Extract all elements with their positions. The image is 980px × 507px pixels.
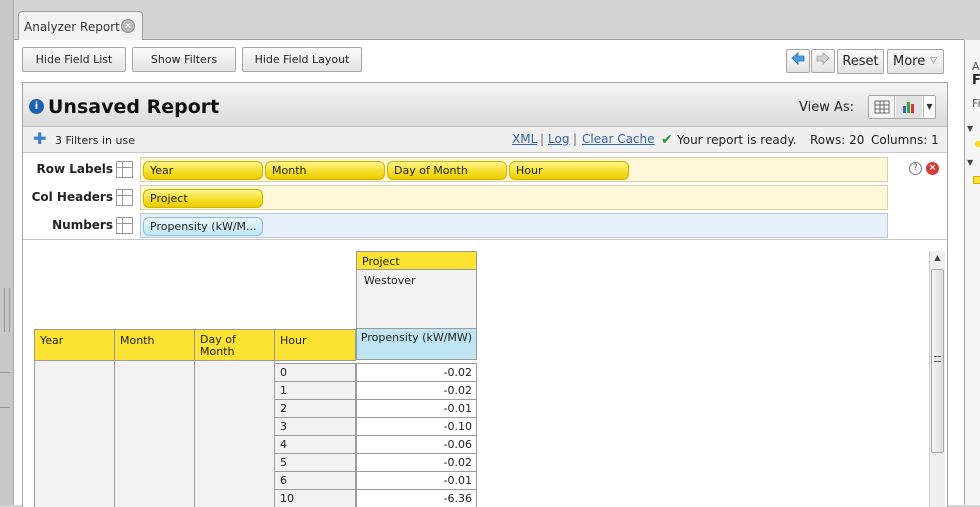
filter-status-bar: ✚ 3 Filters in use XML | Log | Clear Cac… (23, 127, 947, 153)
field-chip-month[interactable]: Month (265, 161, 385, 180)
chart-view-icon[interactable] (896, 96, 922, 118)
report-title-bar: i Unsaved Report View As: ▼ (23, 83, 947, 127)
thumb-grip-icon (934, 356, 941, 362)
report-workspace: Hide Field List Show Filters Hide Field … (14, 40, 964, 507)
field-chip-project[interactable]: Project (143, 189, 263, 208)
right-panel-text: A (972, 60, 980, 73)
more-label: More (893, 54, 926, 69)
tab-analyzer-report[interactable]: Analyzer Report × (18, 11, 143, 40)
close-icon[interactable]: × (121, 19, 135, 33)
tab-bar: Analyzer Report × (14, 0, 964, 40)
tree-item-marker (973, 176, 980, 184)
value-cell[interactable]: -6.36 (356, 489, 477, 507)
hour-cell[interactable]: 2 (274, 399, 356, 418)
month-member-cell[interactable] (114, 360, 195, 507)
table-view-icon[interactable] (869, 96, 895, 118)
column-member[interactable]: Westover (356, 269, 477, 329)
value-cell[interactable]: -0.02 (356, 381, 477, 400)
chevron-down-icon: ▽ (930, 56, 937, 66)
undo-icon[interactable] (786, 49, 810, 73)
log-link[interactable]: Log (548, 132, 569, 146)
column-count: Columns: 1 (871, 133, 939, 147)
row-header-month[interactable]: Month (114, 329, 195, 361)
hour-cell[interactable]: 5 (274, 453, 356, 472)
xml-link[interactable]: XML (512, 132, 537, 146)
reset-button[interactable]: Reset (837, 49, 884, 74)
col-layout-icon[interactable] (116, 189, 133, 206)
value-cell[interactable]: -0.06 (356, 435, 477, 454)
hide-field-list-button[interactable]: Hide Field List (22, 47, 126, 72)
row-header-hour[interactable]: Hour (274, 329, 356, 361)
panel-resize-grip[interactable] (4, 288, 10, 332)
clear-cache-link[interactable]: Clear Cache (582, 132, 655, 146)
pivot-grid: Project Westover Propensity (kW/MW) Year… (23, 241, 947, 507)
value-cell[interactable]: -0.01 (356, 399, 477, 418)
hour-cell[interactable]: 0 (274, 363, 356, 382)
info-icon[interactable]: i (29, 99, 44, 114)
value-cell[interactable]: -0.10 (356, 417, 477, 436)
row-header-day-of-month[interactable]: Day of Month (194, 329, 275, 361)
year-member-cell[interactable] (34, 360, 115, 507)
field-layout-panel: Row Labels Year Month Day of Month Hour … (23, 154, 947, 240)
show-filters-button[interactable]: Show Filters (132, 47, 236, 72)
view-as-toggle: ▼ (868, 95, 936, 119)
tree-item-marker (975, 141, 980, 147)
numbers-layout-icon[interactable] (116, 217, 133, 234)
row-labels-drop-zone[interactable]: Year Month Day of Month Hour (140, 157, 888, 182)
view-dropdown-icon[interactable]: ▼ (923, 96, 935, 118)
redo-icon[interactable] (811, 49, 835, 73)
remove-icon[interactable]: × (926, 162, 939, 175)
panel-divider (0, 372, 10, 408)
numbers-drop-zone[interactable]: Propensity (kW/M... (140, 213, 888, 238)
check-icon: ✔ (661, 132, 673, 148)
hour-cell[interactable]: 1 (274, 381, 356, 400)
field-chip-propensity[interactable]: Propensity (kW/M... (143, 217, 263, 236)
row-header-year[interactable]: Year (34, 329, 115, 361)
row-count: Rows: 20 (810, 133, 865, 147)
numbers-label: Numbers (52, 218, 113, 232)
row-labels-label: Row Labels (36, 162, 113, 176)
col-headers-drop-zone[interactable]: Project (140, 185, 888, 210)
hour-cell[interactable]: 10 (274, 489, 356, 507)
filters-in-use[interactable]: 3 Filters in use (55, 134, 135, 147)
row-layout-icon[interactable] (116, 161, 133, 178)
scroll-up-icon[interactable]: ▲ (930, 253, 945, 265)
value-cell[interactable]: -0.01 (356, 471, 477, 490)
link-separator: | (573, 132, 578, 146)
report-panel: i Unsaved Report View As: ▼ ✚ 3 Filters … (22, 82, 948, 507)
hour-cell[interactable]: 4 (274, 435, 356, 454)
view-as-label: View As: (799, 100, 855, 115)
value-cell[interactable]: -0.02 (356, 363, 477, 382)
add-filter-icon[interactable]: ✚ (33, 131, 47, 147)
help-icon[interactable]: ? (909, 162, 922, 175)
hour-cell[interactable]: 6 (274, 471, 356, 490)
right-panel-label: Fi (972, 97, 980, 110)
field-chip-day-of-month[interactable]: Day of Month (387, 161, 507, 180)
day-member-cell[interactable] (194, 360, 275, 507)
left-collapsed-panel (0, 0, 14, 505)
more-button[interactable]: More ▽ (887, 49, 944, 74)
field-chip-year[interactable]: Year (143, 161, 263, 180)
right-side-panel: A F Fi ▼ ▼ (964, 40, 980, 505)
column-field-header[interactable]: Project (356, 251, 477, 270)
right-panel-heading: F (972, 73, 980, 88)
vertical-scrollbar[interactable]: ▲ (929, 251, 945, 507)
tab-title: Analyzer Report (24, 20, 120, 34)
link-separator: | (540, 132, 545, 146)
report-status: Your report is ready. (677, 133, 797, 147)
measure-header[interactable]: Propensity (kW/MW) (356, 328, 477, 360)
tree-expand-icon[interactable]: ▼ (967, 124, 973, 133)
value-cell[interactable]: -0.02 (356, 453, 477, 472)
report-title: Unsaved Report (48, 96, 220, 118)
hide-field-layout-button[interactable]: Hide Field Layout (242, 47, 362, 72)
hour-cell[interactable]: 3 (274, 417, 356, 436)
field-chip-hour[interactable]: Hour (509, 161, 629, 180)
col-headers-label: Col Headers (31, 190, 113, 204)
tree-expand-icon[interactable]: ▼ (967, 158, 973, 167)
scrollbar-thumb[interactable] (931, 269, 944, 453)
